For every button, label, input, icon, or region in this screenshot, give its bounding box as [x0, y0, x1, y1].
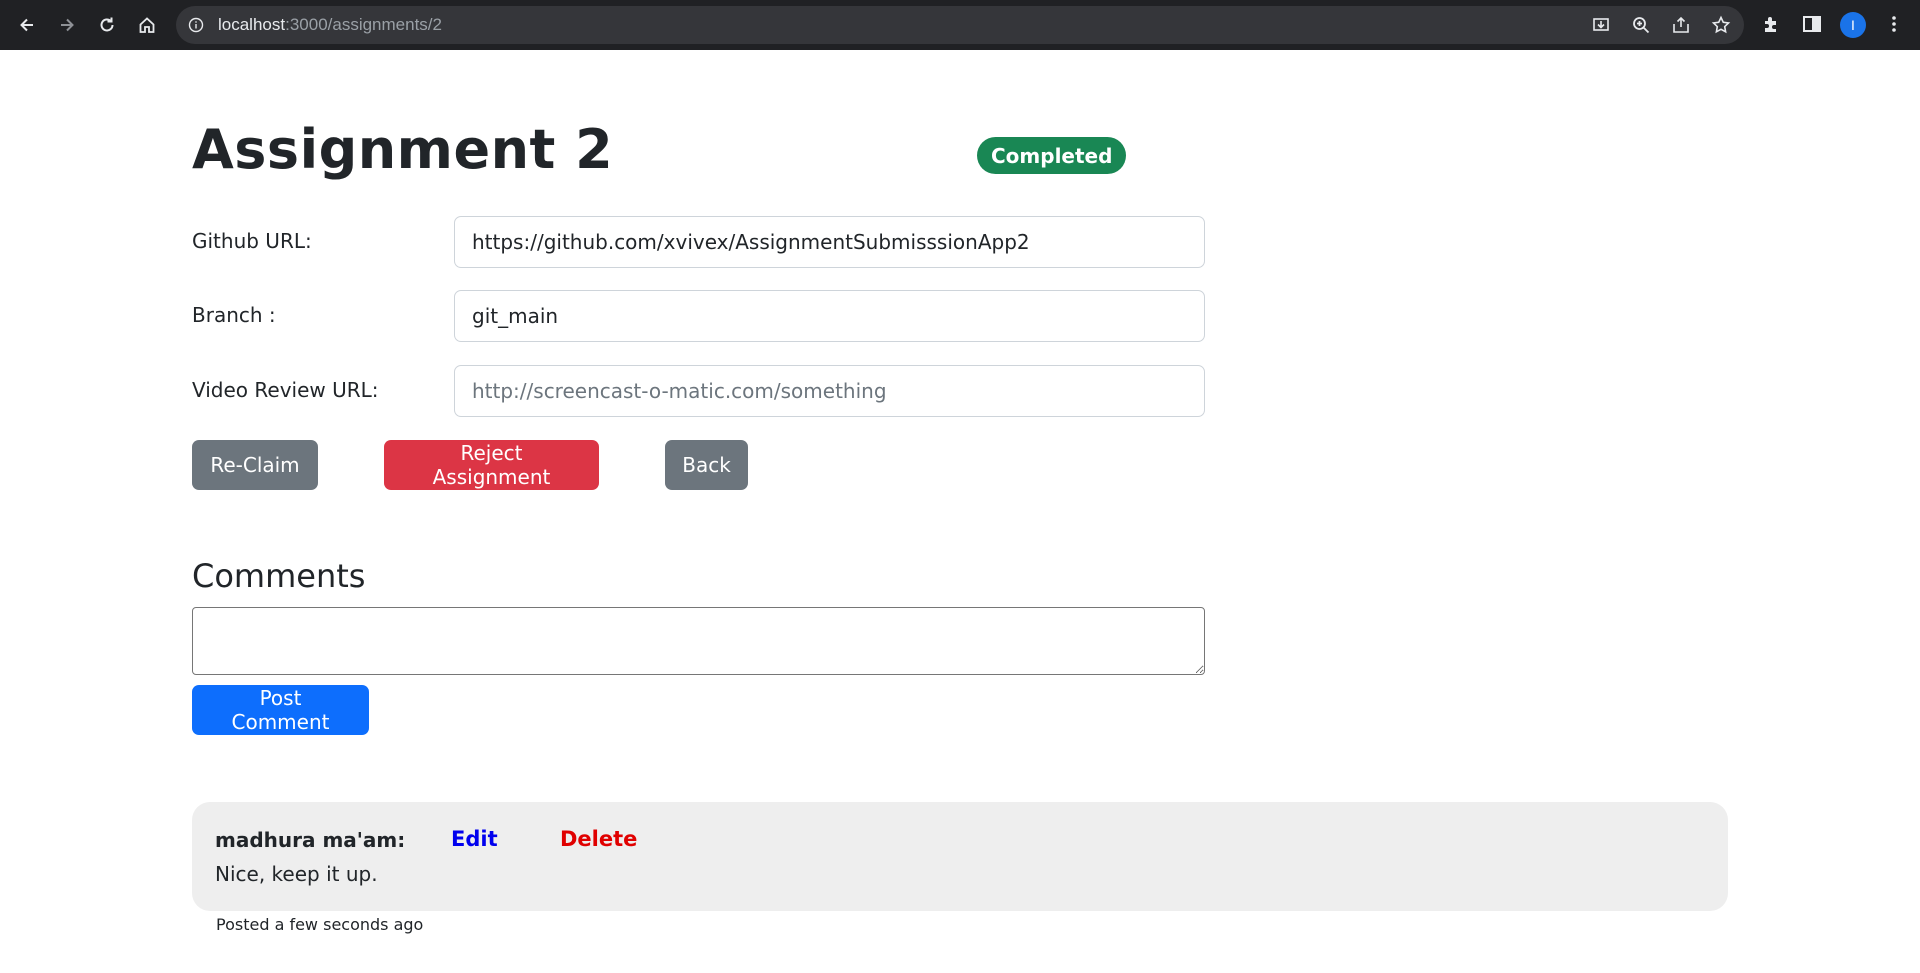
comment-delete-link[interactable]: Delete	[560, 827, 637, 851]
url-text: localhost:3000/assignments/2	[218, 15, 442, 35]
page-title: Assignment 2	[192, 118, 614, 181]
status-badge: Completed	[977, 137, 1127, 174]
zoom-icon[interactable]	[1631, 15, 1651, 35]
install-icon[interactable]	[1591, 15, 1611, 35]
comment-input[interactable]	[192, 607, 1205, 675]
video-review-url-input[interactable]	[454, 365, 1205, 417]
reject-assignment-button[interactable]: Reject Assignment	[384, 440, 599, 490]
url-path: :3000/assignments/2	[285, 15, 442, 34]
browser-toolbar: localhost:3000/assignments/2 I	[0, 0, 1920, 50]
github-url-label: Github URL:	[192, 229, 312, 253]
comment-text: Nice, keep it up.	[215, 862, 378, 886]
share-icon[interactable]	[1671, 15, 1691, 35]
branch-label: Branch :	[192, 303, 276, 327]
github-url-input[interactable]	[454, 216, 1205, 268]
comment-author: madhura ma'am:	[215, 828, 406, 852]
info-icon[interactable]	[188, 17, 204, 33]
comment-timestamp: Posted a few seconds ago	[216, 915, 424, 934]
post-comment-button[interactable]: Post Comment	[192, 685, 369, 735]
back-button[interactable]: Back	[665, 440, 748, 490]
avatar[interactable]: I	[1840, 12, 1866, 38]
video-review-url-label: Video Review URL:	[192, 378, 379, 402]
url-host: localhost	[218, 15, 286, 34]
extensions-icon[interactable]	[1761, 13, 1783, 35]
more-icon[interactable]	[1883, 13, 1905, 35]
branch-input[interactable]	[454, 290, 1205, 342]
back-arrow-icon[interactable]	[11, 9, 43, 41]
home-icon[interactable]	[131, 9, 163, 41]
forward-arrow-icon[interactable]	[51, 9, 83, 41]
star-icon[interactable]	[1711, 15, 1731, 35]
reload-icon[interactable]	[91, 9, 123, 41]
comment-edit-link[interactable]: Edit	[451, 827, 498, 851]
address-bar[interactable]: localhost:3000/assignments/2	[176, 6, 1744, 44]
reclaim-button[interactable]: Re-Claim	[192, 440, 318, 490]
comment-card: madhura ma'am: Edit Delete Nice, keep it…	[192, 802, 1728, 911]
side-panel-icon[interactable]	[1801, 13, 1823, 35]
comments-heading: Comments	[192, 557, 366, 595]
